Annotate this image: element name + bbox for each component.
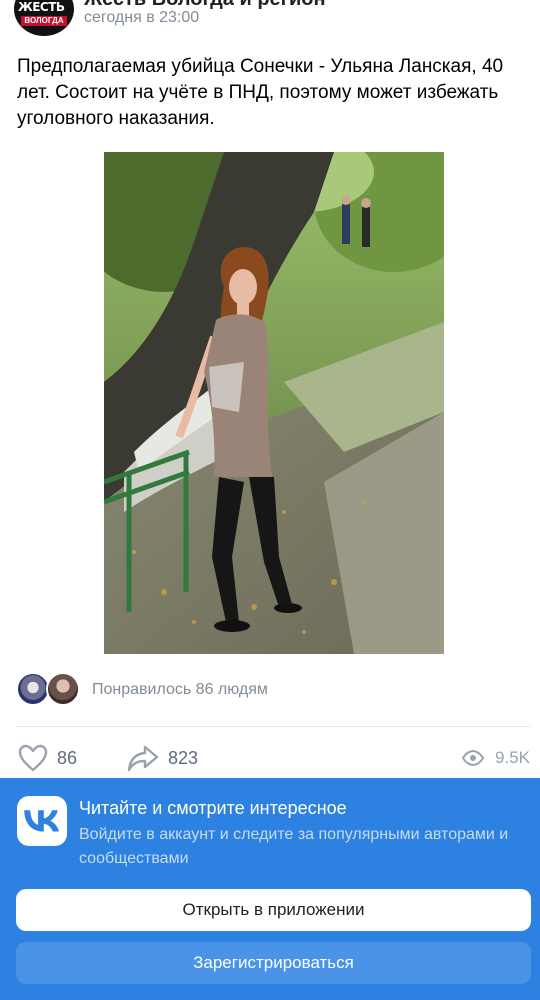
group-avatar[interactable]: ЖЕСТЬ ВОЛОГДА [14,0,74,36]
eye-icon [461,749,485,767]
liker-avatar [16,672,50,706]
liker-avatar [46,672,80,706]
post-header: ЖЕСТЬ ВОЛОГДА Жесть Вологда и регион сег… [0,0,540,40]
banner-subtitle: Войдите в аккаунт и следите за популярны… [79,826,509,867]
heart-icon [18,744,48,772]
like-button[interactable]: 86 [17,740,77,776]
open-in-app-button[interactable]: Открыть в приложении [16,889,531,931]
post-time[interactable]: сегодня в 23:00 [84,9,199,27]
post-text: Предполагаемая убийца Сонечки - Ульяна Л… [17,56,504,129]
shares-count: 823 [168,747,199,768]
app-promo-banner: Читайте и смотрите интересное Войдите в … [0,778,540,1000]
post-photo[interactable] [104,152,444,654]
share-arrow-icon [127,745,159,772]
avatar-logo-text: ЖЕСТЬ [18,0,65,14]
register-button[interactable]: Зарегистрироваться [16,942,531,984]
avatar-logo-subtext: ВОЛОГДА [21,16,67,26]
likes-summary-text: Понравилось 86 людям [92,681,268,698]
views-counter: 9.5K [461,740,530,776]
post-actions: 86 823 9.5K [0,740,540,776]
likes-summary[interactable]: Понравилось 86 людям [16,672,526,708]
views-count: 9.5K [495,748,530,767]
banner-title: Читайте и смотрите интересное [79,798,347,818]
likes-count: 86 [57,747,78,768]
woman-in-park-photo [104,152,444,654]
vk-logo-icon [17,796,67,846]
share-button[interactable]: 823 [126,740,198,776]
divider [16,726,531,727]
